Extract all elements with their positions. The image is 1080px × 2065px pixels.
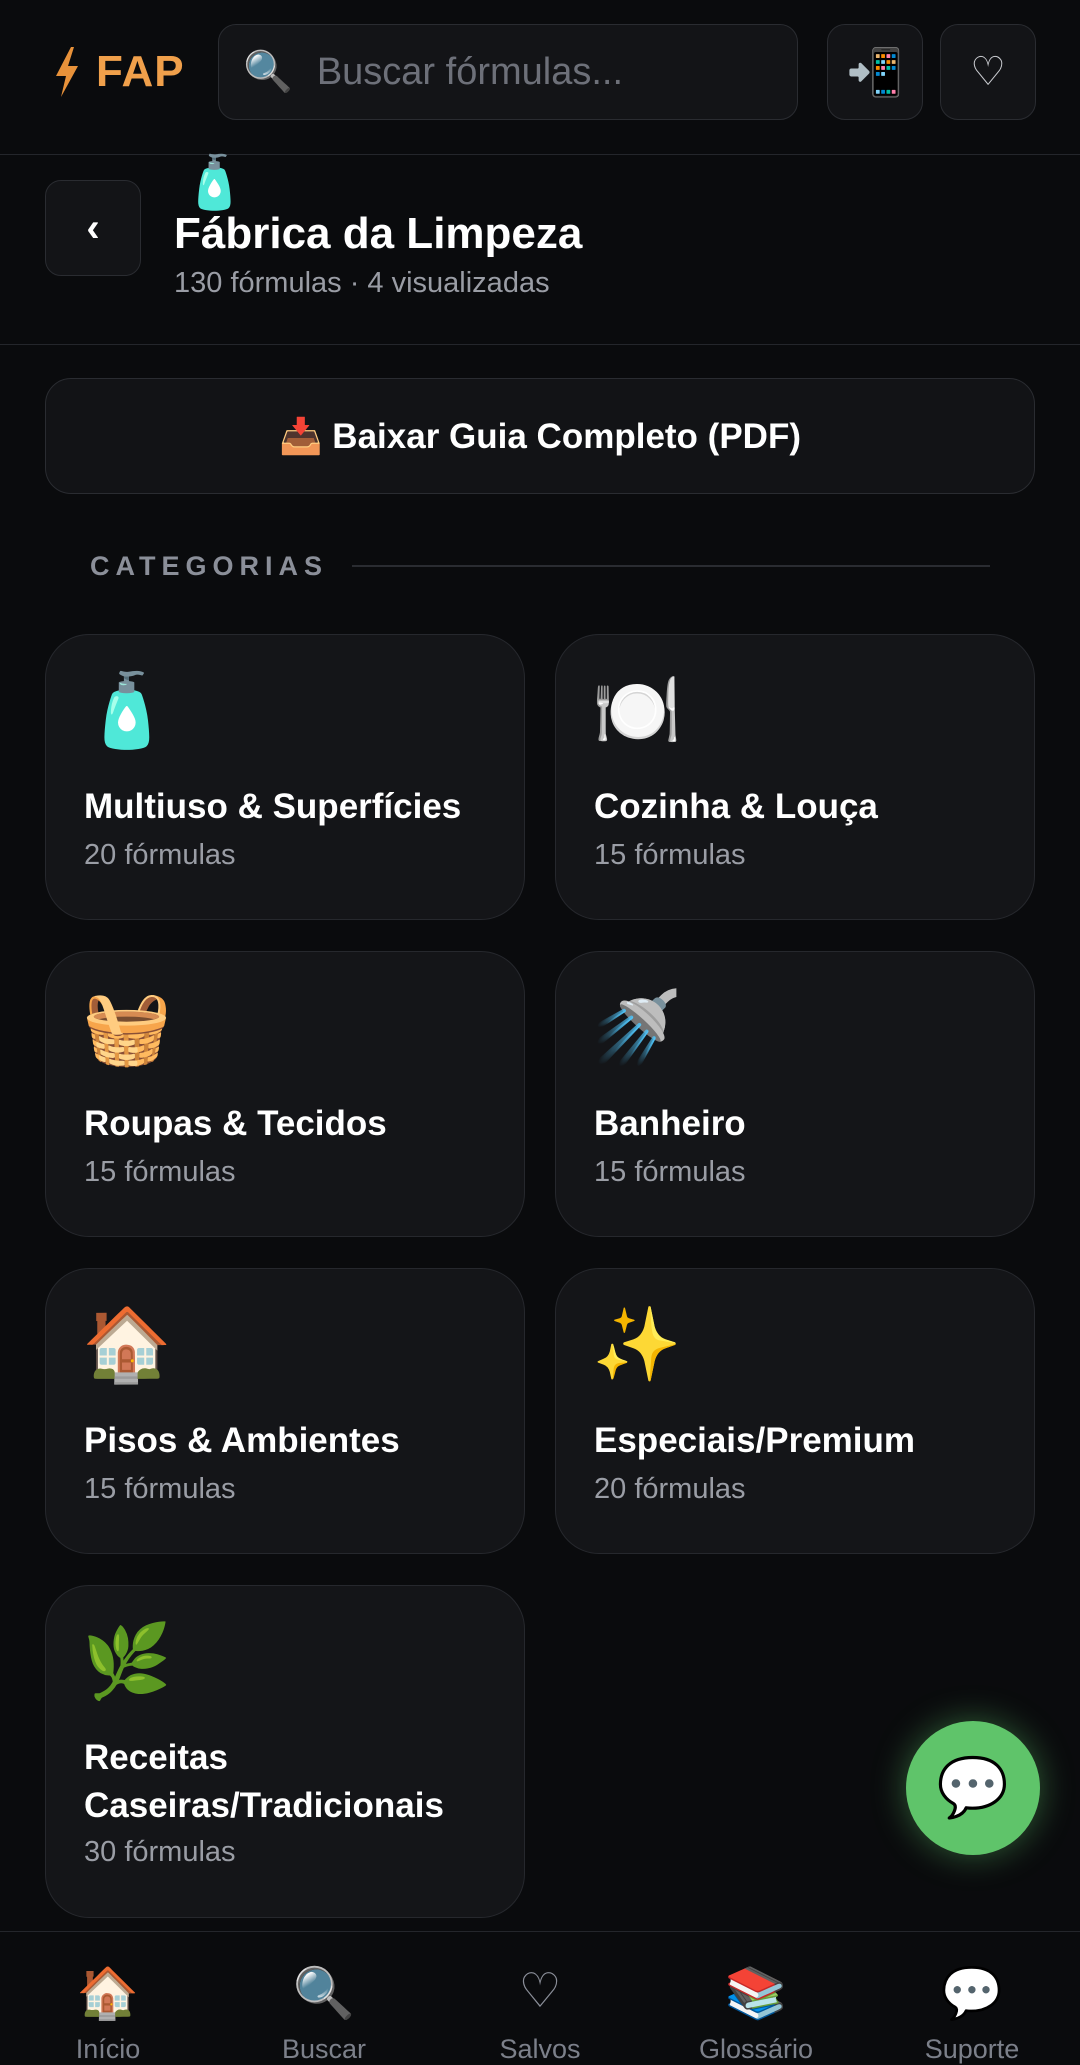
category-card-pisos[interactable]: 🏠 Pisos & Ambientes 15 fórmulas <box>45 1268 525 1554</box>
sparkles-icon: ✨ <box>592 1305 682 1385</box>
search-icon: 🔍 <box>292 1965 356 2021</box>
app-root: FAP 🔍 Buscar fórmulas... 📲 ♡ ‹ 🧴 Fábrica… <box>0 0 1080 2065</box>
category-name: Receitas Caseiras/Tradicionais <box>84 1738 444 1825</box>
chevron-left-icon: ‹ <box>86 205 100 250</box>
back-button[interactable]: ‹ <box>45 180 141 276</box>
nav-label: Buscar <box>281 2034 367 2064</box>
nav-item-inicio[interactable]: 🏠 Início <box>0 1932 216 2065</box>
lotion-bottle-icon: 🧴 <box>182 154 247 212</box>
category-card-multiuso[interactable]: 🧴 Multiuso & Superfícies 20 fórmulas <box>45 634 525 920</box>
category-name: Cozinha & Louça <box>594 787 878 826</box>
nav-item-suporte[interactable]: 💬 Suporte <box>864 1932 1080 2065</box>
bolt-icon <box>56 47 78 97</box>
plate-cutlery-icon: 🍽️ <box>592 671 682 751</box>
heart-icon: ♡ <box>518 1965 562 2018</box>
nav-label: Suporte <box>924 2034 1020 2064</box>
category-count: 20 fórmulas <box>84 839 236 871</box>
books-icon: 📚 <box>724 1965 788 2021</box>
page-subtitle: 130 fórmulas · 4 visualizadas <box>174 267 550 299</box>
install-app-button[interactable]: 📲 <box>827 24 923 120</box>
shower-icon: 🚿 <box>592 988 682 1068</box>
category-count: 30 fórmulas <box>84 1836 236 1868</box>
download-pdf-button[interactable]: 📥 Baixar Guia Completo (PDF) <box>45 378 1035 494</box>
favorites-button[interactable]: ♡ <box>940 24 1036 120</box>
category-count: 15 fórmulas <box>84 1156 236 1188</box>
lotion-bottle-icon: 🧴 <box>82 671 172 751</box>
nav-item-glossario[interactable]: 📚 Glossário <box>648 1932 864 2065</box>
nav-label: Glossário <box>698 2034 814 2064</box>
page-header: ‹ 🧴 Fábrica da Limpeza 130 fórmulas · 4 … <box>0 154 1080 345</box>
nav-item-buscar[interactable]: 🔍 Buscar <box>216 1932 432 2065</box>
house-icon: 🏠 <box>82 1305 172 1385</box>
nav-item-salvos[interactable]: ♡ Salvos <box>432 1932 648 2065</box>
app-logo[interactable]: FAP <box>52 45 185 99</box>
categories-section-header: CATEGORIAS <box>90 548 990 584</box>
category-card-cozinha[interactable]: 🍽️ Cozinha & Louça 15 fórmulas <box>555 634 1035 920</box>
logo-text: FAP <box>96 47 185 96</box>
category-card-roupas[interactable]: 🧺 Roupas & Tecidos 15 fórmulas <box>45 951 525 1237</box>
category-count: 15 fórmulas <box>594 839 746 871</box>
house-icon: 🏠 <box>76 1965 140 2021</box>
section-label: CATEGORIAS <box>90 550 329 581</box>
category-name: Pisos & Ambientes <box>84 1421 400 1460</box>
speech-bubble-icon: 💬 <box>940 1965 1004 2021</box>
category-card-especiais[interactable]: ✨ Especiais/Premium 20 fórmulas <box>555 1268 1035 1554</box>
search-icon: 🔍 <box>243 50 293 94</box>
mobile-install-icon: 📲 <box>846 45 904 98</box>
category-card-receitas[interactable]: 🌿 Receitas Caseiras/Tradicionais 30 fórm… <box>45 1585 525 1918</box>
category-name: Roupas & Tecidos <box>84 1104 387 1143</box>
chat-fab-button[interactable]: 💬 <box>906 1721 1040 1855</box>
page-title: Fábrica da Limpeza <box>174 209 583 258</box>
category-count: 20 fórmulas <box>594 1473 746 1505</box>
speech-bubble-icon: 💬 <box>936 1755 1010 1820</box>
search-placeholder: Buscar fórmulas... <box>316 50 624 93</box>
category-name: Multiuso & Superfícies <box>84 787 462 826</box>
search-input[interactable]: 🔍 Buscar fórmulas... <box>218 24 798 120</box>
category-count: 15 fórmulas <box>84 1473 236 1505</box>
download-pdf-label: 📥 Baixar Guia Completo (PDF) <box>279 416 801 456</box>
category-count: 15 fórmulas <box>594 1156 746 1188</box>
heart-icon: ♡ <box>970 50 1006 94</box>
section-divider <box>352 565 990 567</box>
basket-icon: 🧺 <box>82 988 172 1068</box>
category-card-banheiro[interactable]: 🚿 Banheiro 15 fórmulas <box>555 951 1035 1237</box>
nav-label: Salvos <box>499 2034 581 2064</box>
category-name: Banheiro <box>594 1104 746 1143</box>
bottom-nav: 🏠 Início 🔍 Buscar ♡ Salvos 📚 Glossário 💬… <box>0 1931 1080 2065</box>
category-name: Especiais/Premium <box>594 1421 915 1460</box>
top-bar: FAP 🔍 Buscar fórmulas... 📲 ♡ <box>0 0 1080 155</box>
herb-icon: 🌿 <box>82 1622 172 1702</box>
nav-label: Início <box>75 2034 141 2064</box>
